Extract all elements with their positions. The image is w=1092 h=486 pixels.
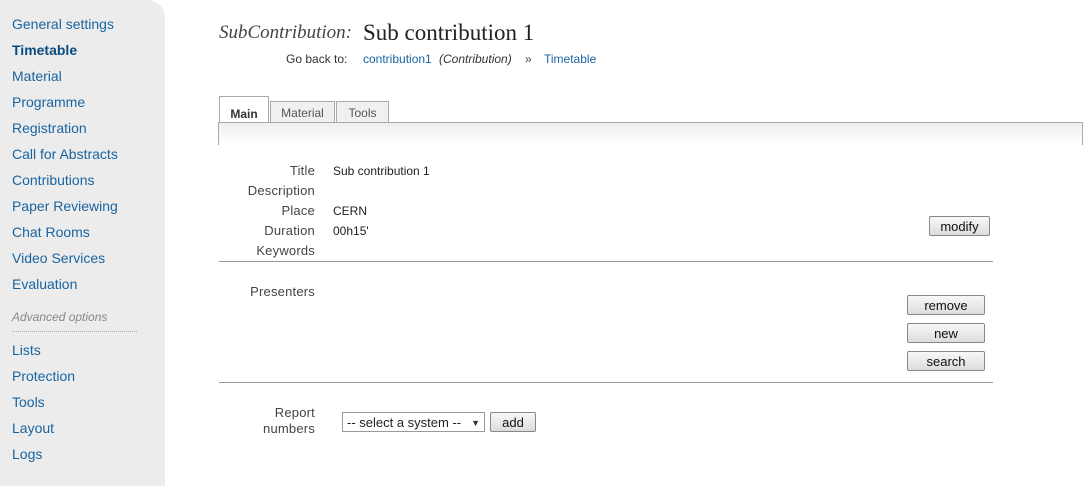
title-label: Title <box>289 163 315 178</box>
new-presenter-button[interactable]: new <box>907 323 985 343</box>
report-numbers-label: Report numbers <box>263 405 315 437</box>
modify-button[interactable]: modify <box>929 216 990 236</box>
sidebar: General settings Timetable Material Prog… <box>0 0 165 486</box>
sidebar-item-logs[interactable]: Logs <box>12 446 42 462</box>
place-label: Place <box>281 203 315 218</box>
sidebar-item-tools[interactable]: Tools <box>12 394 45 410</box>
remove-presenter-button[interactable]: remove <box>907 295 985 315</box>
sidebar-item-evaluation[interactable]: Evaluation <box>12 276 77 292</box>
add-report-number-button[interactable]: add <box>490 412 536 432</box>
sidebar-item-video-services[interactable]: Video Services <box>12 250 105 266</box>
divider-details <box>219 261 993 262</box>
divider-presenters <box>219 382 993 383</box>
sidebar-item-registration[interactable]: Registration <box>12 120 87 136</box>
sidebar-divider <box>12 331 137 332</box>
breadcrumb-separator: » <box>525 52 532 66</box>
search-presenter-button[interactable]: search <box>907 351 985 371</box>
report-system-select[interactable]: -- select a system -- ▼ <box>342 412 485 432</box>
page-type-label: SubContribution: <box>219 22 353 43</box>
sidebar-item-timetable[interactable]: Timetable <box>12 42 77 58</box>
sidebar-item-contributions[interactable]: Contributions <box>12 172 95 188</box>
breadcrumb-contribution-link[interactable]: contribution1 <box>363 52 432 66</box>
place-value: CERN <box>333 204 368 218</box>
tab-tools[interactable]: Tools <box>336 101 389 122</box>
report-numbers-label-line1: Report <box>274 405 315 420</box>
sidebar-item-lists[interactable]: Lists <box>12 342 41 358</box>
goback-label: Go back to: <box>286 52 348 66</box>
sidebar-item-paper-reviewing[interactable]: Paper Reviewing <box>12 198 118 214</box>
report-numbers-label-line2: numbers <box>263 421 315 436</box>
presenters-label: Presenters <box>250 284 315 299</box>
tab-material[interactable]: Material <box>270 101 335 122</box>
duration-label: Duration <box>264 223 315 238</box>
tab-main[interactable]: Main <box>219 96 269 123</box>
advanced-options-heading: Advanced options <box>12 310 108 324</box>
sidebar-item-chat-rooms[interactable]: Chat Rooms <box>12 224 90 240</box>
sidebar-item-layout[interactable]: Layout <box>12 420 54 436</box>
sidebar-item-programme[interactable]: Programme <box>12 94 85 110</box>
tab-panel-header <box>218 122 1083 145</box>
keywords-label: Keywords <box>256 243 315 258</box>
sidebar-item-general-settings[interactable]: General settings <box>12 16 114 32</box>
duration-value: 00h15' <box>333 224 369 238</box>
sidebar-item-call-for-abstracts[interactable]: Call for Abstracts <box>12 146 118 162</box>
report-system-select-value: -- select a system -- <box>347 415 462 430</box>
breadcrumb-contribution-type: (Contribution) <box>439 52 512 66</box>
description-label: Description <box>247 183 315 198</box>
dropdown-arrow-icon: ▼ <box>471 418 480 428</box>
title-value: Sub contribution 1 <box>333 164 430 178</box>
breadcrumb-timetable-link[interactable]: Timetable <box>544 52 596 66</box>
page-title: Sub contribution 1 <box>363 20 535 45</box>
sidebar-item-material[interactable]: Material <box>12 68 62 84</box>
sidebar-item-protection[interactable]: Protection <box>12 368 75 384</box>
